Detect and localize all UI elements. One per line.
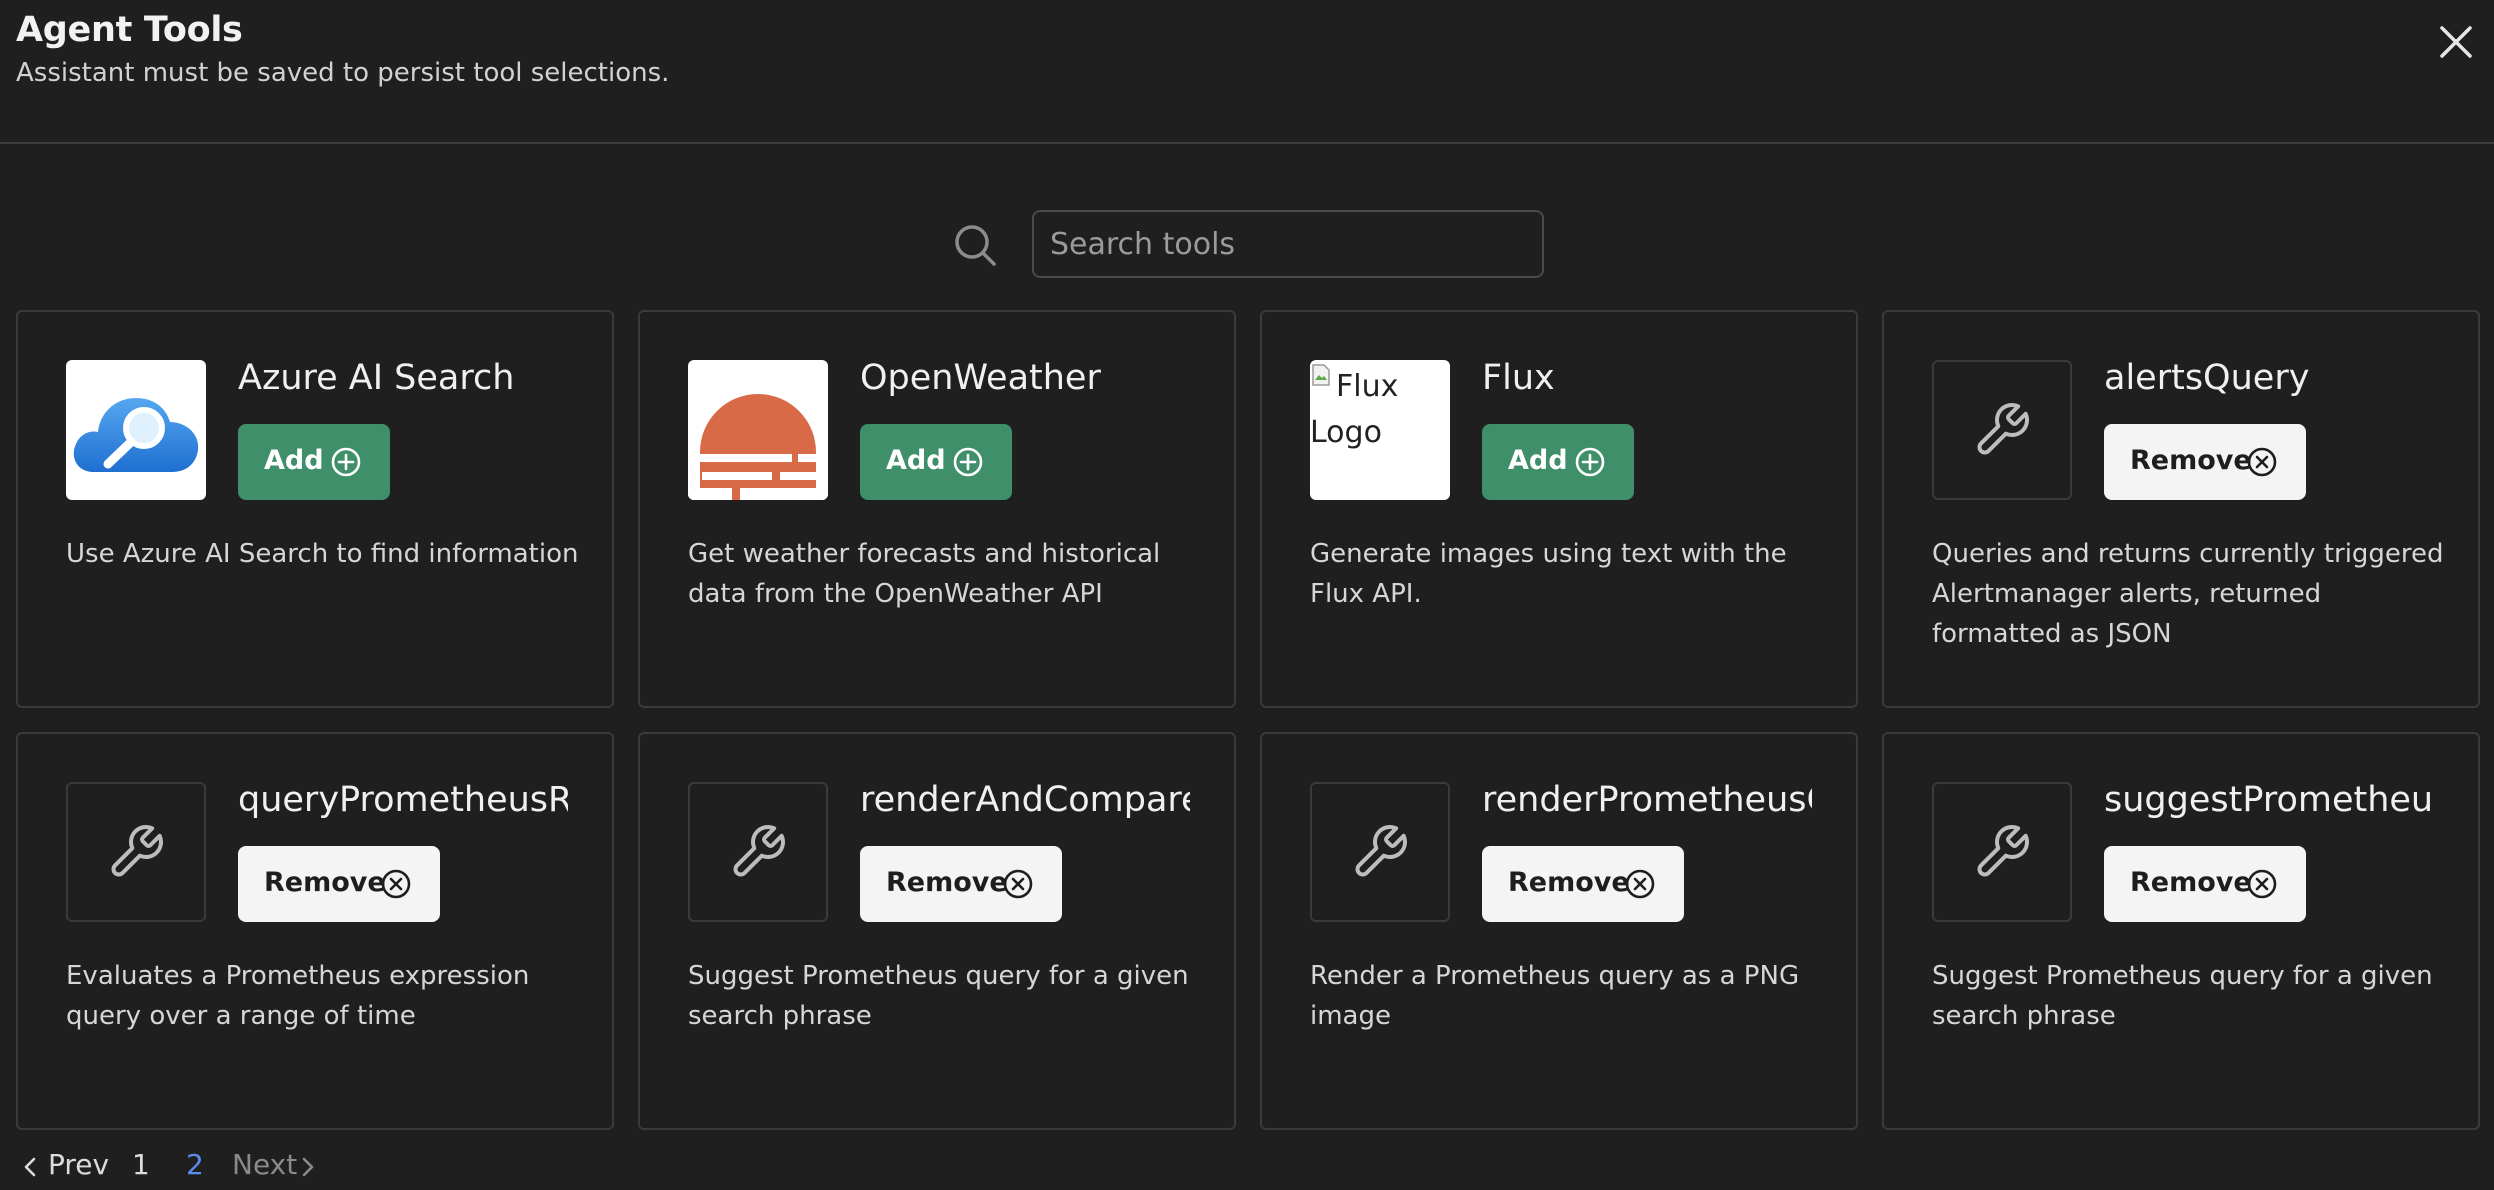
add-button[interactable]: Add [238,424,390,500]
tool-card-azure-ai-search: Azure AI Search Add Use Azure AI Search … [16,310,614,708]
azure-ai-search-logo [66,360,206,500]
remove-button[interactable]: Remove [238,846,440,922]
tool-name: queryPrometheusRa [238,780,568,820]
tool-card-querypromethusrange: queryPrometheusRa Remove Evaluates a Pro… [16,732,614,1130]
x-circle-icon [2247,447,2277,477]
tool-card-alertsquery: alertsQuery Remove Queries and returns c… [1882,310,2480,708]
button-label: Remove [2130,445,2252,476]
tool-icon-box [1932,360,2072,500]
tool-description: Queries and returns currently triggered … [1932,539,2444,649]
wrench-icon [1977,403,2029,455]
tool-name: Flux [1482,358,1555,398]
openweather-logo [688,360,828,500]
wrench-icon [111,825,163,877]
button-label: Remove [264,867,386,898]
tool-icon-box [66,782,206,922]
x-circle-icon [1003,869,1033,899]
tool-name: Azure AI Search [238,358,515,398]
dialog-header: Agent Tools Assistant must be saved to p… [0,0,2494,144]
tool-icon-box [688,782,828,922]
search-input[interactable] [1032,210,1544,278]
button-label: Remove [2130,867,2252,898]
remove-button[interactable]: Remove [2104,846,2306,922]
plus-circle-icon [331,447,361,477]
button-label: Add [886,445,946,476]
chevron-left-icon [24,1157,36,1177]
tool-description: Render a Prometheus query as a PNG image [1310,961,1800,1031]
tool-name: alertsQuery [2104,358,2310,398]
tool-name: renderAndCompareF [860,780,1190,820]
wrench-icon [1977,825,2029,877]
add-button[interactable]: Add [1482,424,1634,500]
dialog-subtitle: Assistant must be saved to persist tool … [16,58,670,88]
plus-circle-icon [953,447,983,477]
tool-description: Get weather forecasts and historical dat… [688,539,1161,609]
tool-card-suggestprometheus: suggestPrometheus Remove Suggest Prometh… [1882,732,2480,1130]
add-button[interactable]: Add [860,424,1012,500]
tool-icon-box [1310,782,1450,922]
next-label: Next [232,1148,298,1181]
page-2-link[interactable]: 2 [186,1148,204,1181]
wrench-icon [733,825,785,877]
close-icon [2440,26,2472,58]
button-label: Add [1508,445,1568,476]
search-icon [955,225,996,266]
tool-description: Generate images using text with the Flux… [1310,539,1787,609]
remove-button[interactable]: Remove [1482,846,1684,922]
tool-name: suggestPrometheus [2104,780,2434,820]
flux-logo-alt-text: Flux Logo [1310,369,1399,450]
dialog-title: Agent Tools [16,10,243,50]
pagination: Prev 1 2 Next [0,1144,400,1188]
x-circle-icon [1625,869,1655,899]
button-label: Remove [886,867,1008,898]
tool-name: renderPrometheusQ [1482,780,1812,820]
search-bar [0,210,2494,278]
tool-icon-box [1932,782,2072,922]
tool-description: Suggest Prometheus query for a given sea… [1932,961,2433,1031]
remove-button[interactable]: Remove [860,846,1062,922]
page-1-link[interactable]: 1 [132,1148,150,1181]
tool-description: Use Azure AI Search to find information [66,539,579,569]
flux-logo: Flux Logo [1310,360,1450,500]
wrench-icon [1355,825,1407,877]
x-circle-icon [381,869,411,899]
plus-circle-icon [1575,447,1605,477]
prev-label: Prev [48,1148,110,1181]
tool-description: Suggest Prometheus query for a given sea… [688,961,1189,1031]
close-button[interactable] [2436,22,2476,62]
x-circle-icon [2247,869,2277,899]
tool-card-flux: Flux Logo Flux Add Generate images using… [1260,310,1858,708]
tool-name: OpenWeather [860,358,1101,398]
tool-card-renderprometheusquery: renderPrometheusQ Remove Render a Promet… [1260,732,1858,1130]
button-label: Add [264,445,324,476]
tool-card-openweather: OpenWeather Add Get weather forecasts an… [638,310,1236,708]
chevron-right-icon [302,1157,314,1177]
button-label: Remove [1508,867,1630,898]
remove-button[interactable]: Remove [2104,424,2306,500]
tool-description: Evaluates a Prometheus expression query … [66,961,530,1031]
tool-card-renderandcompare: renderAndCompareF Remove Suggest Prometh… [638,732,1236,1130]
